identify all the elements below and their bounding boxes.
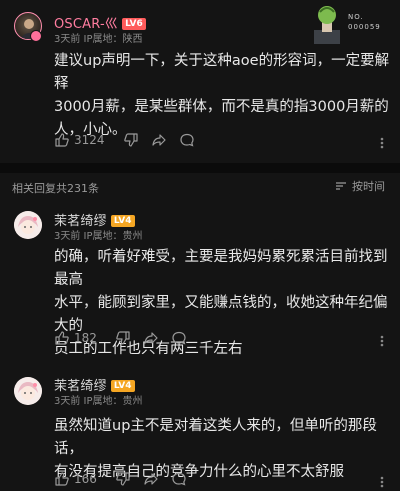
comment-line: 的确，听着好难受，主要是我妈妈累死累活目前找到最高: [54, 249, 388, 288]
thumbs-up-icon: [55, 472, 69, 486]
share-icon[interactable]: [143, 471, 159, 487]
sort-toggle[interactable]: 按时间: [334, 178, 385, 194]
like-count: 166: [74, 472, 97, 486]
level-badge: LV4: [110, 214, 135, 227]
avatar-image: [14, 211, 42, 239]
thumbs-down-icon[interactable]: [123, 132, 139, 148]
more-icon[interactable]: [374, 332, 390, 347]
level-badge: LV4: [110, 379, 135, 392]
thumbs-up-icon: [55, 331, 69, 345]
comment-actions: 182: [54, 329, 214, 347]
comment-meta: 3天前 IP属地：贵州: [54, 396, 143, 407]
vip-badge-icon: [30, 30, 42, 42]
avatar[interactable]: [14, 211, 42, 239]
comment-icon[interactable]: [171, 330, 187, 346]
comment-meta: 3天前 IP属地：陕西: [54, 34, 143, 45]
like-button[interactable]: 3124: [54, 132, 105, 148]
comment-line: 3000月薪，是某些群体，而不是真的指3000月薪的: [54, 99, 389, 115]
comment-icon[interactable]: [171, 471, 187, 487]
like-count: 3124: [74, 133, 105, 147]
like-count: 182: [74, 331, 97, 345]
fan-card-label: NO.: [348, 13, 364, 21]
level-badge: LV6: [122, 17, 146, 30]
more-icon[interactable]: [374, 473, 390, 488]
section-divider: [0, 163, 400, 173]
thumbs-down-icon[interactable]: [115, 471, 131, 487]
fan-card[interactable]: NO. 000059: [306, 0, 394, 44]
thumbs-down-icon[interactable]: [115, 330, 131, 346]
avatar[interactable]: [14, 377, 42, 405]
avatar-image: [14, 377, 42, 405]
like-button[interactable]: 166: [54, 471, 97, 487]
comment-actions: 166: [54, 470, 214, 488]
share-icon[interactable]: [151, 132, 167, 148]
sort-label: 按时间: [352, 180, 385, 193]
comment-actions: 3124: [54, 131, 214, 149]
comment-line: 建议up声明一下，关于这种aoe的形容词，一定要解释: [54, 53, 390, 92]
share-icon[interactable]: [143, 330, 159, 346]
fan-card-number: 000059: [348, 23, 381, 31]
replies-count: 相关回复共231条: [12, 182, 99, 195]
sort-icon: [336, 182, 346, 190]
fan-card-figure-icon: [314, 6, 340, 44]
comment-meta: 3天前 IP属地：贵州: [54, 231, 143, 242]
comment-line: 虽然知道up主不是对着这类人来的，但单听的那段话，: [54, 418, 377, 457]
comment-icon[interactable]: [179, 132, 195, 148]
like-button[interactable]: 182: [54, 330, 97, 346]
more-icon[interactable]: [374, 134, 390, 149]
comment-text: 建议up声明一下，关于这种aoe的形容词，一定要解释 3000月薪，是某些群体，…: [54, 50, 394, 142]
thumbs-up-icon: [55, 133, 69, 147]
